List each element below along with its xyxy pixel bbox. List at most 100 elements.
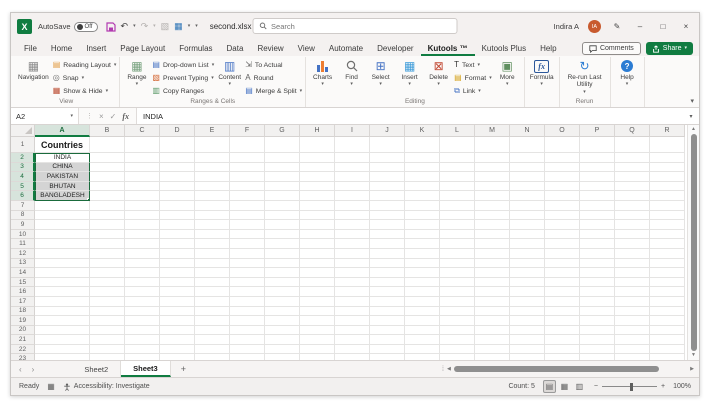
grid-cell-k11[interactable] [405, 239, 440, 249]
grid-cell-p10[interactable] [580, 229, 615, 240]
column-header-n[interactable]: N [510, 125, 545, 137]
grid-cell-l1[interactable] [440, 137, 475, 153]
grid-cell-b10[interactable] [90, 229, 125, 240]
grid-cell-m8[interactable] [475, 210, 510, 221]
column-header-p[interactable]: P [580, 125, 615, 137]
grid-cell-f23[interactable] [230, 354, 265, 360]
grid-cell-e5[interactable] [195, 181, 230, 192]
grid-cell-c22[interactable] [125, 344, 160, 355]
grid-cell-f17[interactable] [230, 296, 265, 307]
grid-cell-e7[interactable] [195, 200, 230, 211]
grid-cell-i14[interactable] [335, 268, 370, 278]
grid-cell-m11[interactable] [475, 239, 510, 249]
grid-cell-p20[interactable] [580, 325, 615, 336]
grid-cell-k13[interactable] [405, 258, 440, 269]
grid-cell-m21[interactable] [475, 335, 510, 345]
close-button[interactable]: × [679, 22, 693, 31]
grid-cell-i4[interactable] [335, 172, 370, 182]
name-box-caret-icon[interactable]: ▾ [70, 113, 73, 119]
grid-cell-b15[interactable] [90, 277, 125, 288]
grid-cell-m2[interactable] [475, 153, 510, 163]
grid-cell-p3[interactable] [580, 162, 615, 173]
grid-cell-a18[interactable] [35, 306, 90, 317]
grid-cell-a10[interactable] [35, 229, 90, 240]
grid-cell-r7[interactable] [650, 200, 685, 211]
grid-cell-i7[interactable] [335, 200, 370, 211]
grid-cell-h11[interactable] [300, 239, 335, 249]
dropdown-caret-icon[interactable]: ▾ [136, 82, 139, 87]
column-header-k[interactable]: K [405, 125, 440, 137]
grid-cell-l20[interactable] [440, 325, 475, 336]
grid-cell-r10[interactable] [650, 229, 685, 240]
menu-tab-kutools[interactable]: Kutools ™ [420, 42, 475, 56]
grid-cell-q14[interactable] [615, 268, 650, 278]
grid-cell-a15[interactable] [35, 277, 90, 288]
grid-cell-a2[interactable]: INDIA [35, 153, 90, 163]
grid-cell-c1[interactable] [125, 137, 160, 153]
grid-cell-c21[interactable] [125, 335, 160, 345]
grid-cell-i3[interactable] [335, 162, 370, 173]
prevent-typing-button[interactable]: ▧ Prevent Typing ▾ [152, 72, 214, 84]
undo-icon[interactable]: ↶ [121, 22, 129, 31]
grid-cell-o20[interactable] [545, 325, 580, 336]
grid-cell-q16[interactable] [615, 287, 650, 297]
grid-cell-e10[interactable] [195, 229, 230, 240]
sheet-tab-sheet2[interactable]: Sheet2 [72, 361, 122, 377]
grid-cell-c11[interactable] [125, 239, 160, 249]
zoom-slider-thumb[interactable] [629, 382, 633, 391]
delete-button[interactable]: ⊠ Delete ▾ [425, 58, 452, 88]
grid-cell-d23[interactable] [160, 354, 195, 360]
grid-cell-n14[interactable] [510, 268, 545, 278]
grid-cell-n4[interactable] [510, 172, 545, 182]
grid-cell-m19[interactable] [475, 316, 510, 326]
grid-cell-m22[interactable] [475, 344, 510, 355]
dropdown-caret-icon[interactable]: ▾ [540, 82, 543, 87]
dropdown-caret-icon[interactable]: ▾ [212, 62, 215, 68]
grid-cell-k1[interactable] [405, 137, 440, 153]
grid-cell-m9[interactable] [475, 220, 510, 230]
grid-cell-g23[interactable] [265, 354, 300, 360]
grid-cell-m13[interactable] [475, 258, 510, 269]
grid-cell-m18[interactable] [475, 306, 510, 317]
grid-cell-b12[interactable] [90, 248, 125, 259]
grid-cell-g19[interactable] [265, 316, 300, 326]
grid-cell-p4[interactable] [580, 172, 615, 182]
grid-cell-q1[interactable] [615, 137, 650, 153]
grid-cell-r21[interactable] [650, 335, 685, 345]
grid-cell-h9[interactable] [300, 220, 335, 230]
grid-cell-l15[interactable] [440, 277, 475, 288]
grid-cell-p2[interactable] [580, 153, 615, 163]
column-header-d[interactable]: D [160, 125, 195, 137]
grid-cell-b21[interactable] [90, 335, 125, 345]
grid-cell-i15[interactable] [335, 277, 370, 288]
row-header-14[interactable]: 14 [11, 268, 35, 278]
grid-cell-k12[interactable] [405, 248, 440, 259]
grid-cell-a17[interactable] [35, 296, 90, 307]
share-button[interactable]: Share ▾ [645, 42, 693, 55]
dropdown-caret-icon[interactable]: ▾ [379, 82, 382, 87]
grid-cell-n3[interactable] [510, 162, 545, 173]
grid-cell-l12[interactable] [440, 248, 475, 259]
grid-cell-k22[interactable] [405, 344, 440, 355]
row-header-1[interactable]: 1 [11, 137, 35, 153]
grid-cell-c9[interactable] [125, 220, 160, 230]
grid-cell-k3[interactable] [405, 162, 440, 173]
grid-cell-c12[interactable] [125, 248, 160, 259]
grid-cell-g9[interactable] [265, 220, 300, 230]
grid-cell-p16[interactable] [580, 287, 615, 297]
grid-cell-r8[interactable] [650, 210, 685, 221]
grid-cell-g8[interactable] [265, 210, 300, 221]
grid-cell-d14[interactable] [160, 268, 195, 278]
formula-bar-expand-icon[interactable]: ▾ [683, 108, 699, 124]
grid-cell-r17[interactable] [650, 296, 685, 307]
formula-button[interactable]: fx Formula ▾ [528, 58, 556, 88]
menu-tab-file[interactable]: File [17, 42, 44, 56]
grid-cell-h15[interactable] [300, 277, 335, 288]
grid-cell-c23[interactable] [125, 354, 160, 360]
grid-cell-j21[interactable] [370, 335, 405, 345]
grid-cell-i11[interactable] [335, 239, 370, 249]
grid-cell-j22[interactable] [370, 344, 405, 355]
zoom-out-icon[interactable]: − [594, 383, 598, 390]
dropdown-caret-icon[interactable]: ▾ [437, 82, 440, 87]
grid-cell-f7[interactable] [230, 200, 265, 211]
